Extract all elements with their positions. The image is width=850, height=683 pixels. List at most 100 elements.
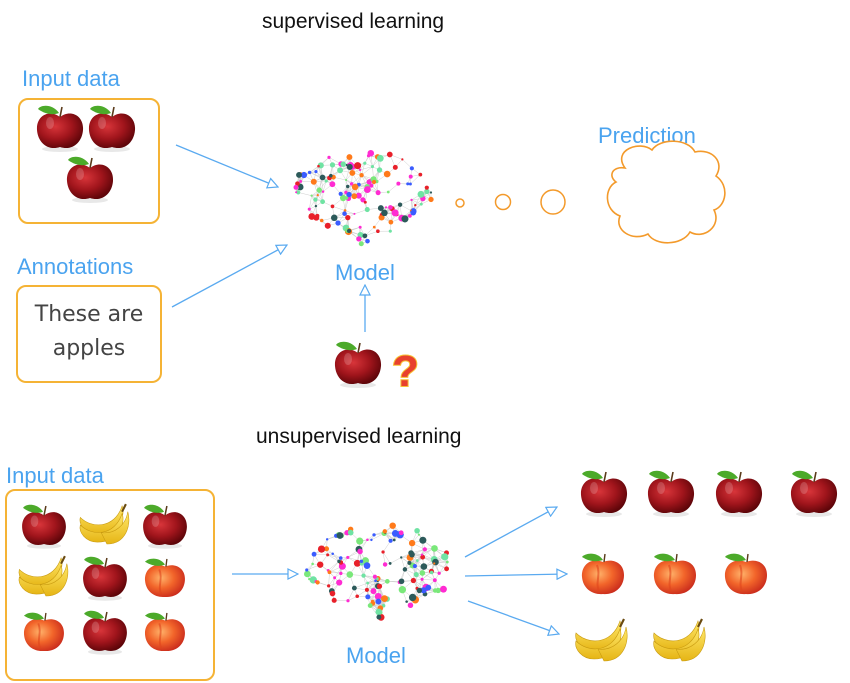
- brain-node: [419, 202, 423, 206]
- brain-node: [333, 576, 337, 580]
- brain-node: [313, 197, 318, 202]
- brain-node: [293, 184, 299, 190]
- thought-dot-medium: [494, 193, 512, 211]
- brain-node: [314, 204, 318, 208]
- brain-node: [365, 594, 371, 600]
- brain-node: [389, 522, 396, 529]
- peach-icon: [653, 553, 696, 595]
- brain-node: [366, 538, 369, 541]
- apple-icon: [22, 504, 66, 549]
- brain-node: [370, 599, 375, 604]
- apple-icon: [66, 156, 114, 203]
- brain-node: [314, 170, 318, 174]
- model-to-banana-cluster-arrow: [467, 600, 559, 634]
- brain-node: [416, 587, 423, 594]
- brain-node: [417, 533, 421, 536]
- brain-node: [364, 587, 369, 592]
- brain-node: [372, 225, 376, 229]
- brain-node: [445, 560, 449, 564]
- brain-node: [407, 602, 414, 609]
- peach-icon: [144, 612, 185, 652]
- brain-node: [365, 238, 370, 244]
- brain-node: [335, 220, 341, 226]
- brain-node: [346, 571, 354, 578]
- apple-icon: [647, 470, 695, 517]
- brain-node: [371, 179, 377, 185]
- brain-node: [372, 574, 378, 579]
- peach-icon: [144, 558, 185, 598]
- brain-node: [344, 196, 349, 200]
- banana-icon: [18, 555, 69, 597]
- brain-edge: [332, 206, 346, 211]
- brain-node: [440, 585, 447, 593]
- brain-node: [336, 532, 344, 539]
- brain-node: [381, 209, 388, 217]
- brain-node: [388, 205, 393, 210]
- brain-node: [376, 583, 383, 589]
- brain-node: [311, 551, 317, 557]
- brain-edge: [327, 561, 340, 571]
- brain-node: [428, 196, 434, 203]
- brain-node: [401, 158, 404, 161]
- brain-node: [388, 561, 392, 565]
- brain-node: [363, 562, 371, 569]
- brain-node: [308, 577, 311, 581]
- brain-node: [336, 579, 343, 586]
- brain-node: [331, 552, 334, 556]
- brain-node: [325, 538, 329, 541]
- brain-node: [388, 538, 393, 543]
- brain-node: [358, 241, 364, 247]
- brain-node: [346, 184, 350, 189]
- brain-node: [316, 187, 323, 193]
- brain-node: [315, 580, 320, 585]
- brain-node: [401, 215, 409, 223]
- brain-node: [419, 536, 427, 544]
- brain-node: [329, 181, 336, 188]
- brain-node: [412, 564, 417, 569]
- apple-icon: [580, 470, 628, 517]
- brain-node: [444, 566, 449, 572]
- apple-icon: [790, 470, 838, 517]
- brain-node: [342, 211, 347, 216]
- brain-node: [383, 170, 391, 178]
- brain-node: [329, 590, 336, 597]
- brain-node: [324, 222, 331, 229]
- brain-node: [433, 562, 436, 565]
- brain-node: [358, 168, 362, 172]
- brain-node: [386, 190, 390, 194]
- brain-edge: [322, 180, 327, 192]
- peach-icon: [724, 553, 767, 595]
- brain-network-icon: [304, 522, 449, 621]
- brain-node: [410, 577, 417, 584]
- model-to-peach-cluster-arrow: [464, 574, 567, 576]
- brain-node: [408, 182, 412, 186]
- apple-icon: [83, 610, 127, 655]
- brain-node: [420, 563, 428, 570]
- apple-icon: [715, 470, 763, 517]
- brain-node: [391, 529, 399, 537]
- brain-node: [370, 588, 377, 595]
- brain-node: [437, 571, 441, 575]
- brain-node: [317, 561, 324, 568]
- brain-node: [376, 229, 380, 234]
- brain-node: [400, 556, 403, 559]
- brain-node: [376, 614, 382, 620]
- brain-node: [376, 154, 384, 162]
- apple-icon: [143, 504, 187, 549]
- brain-node: [345, 178, 348, 182]
- brain-node: [346, 555, 350, 559]
- brain-node: [367, 149, 375, 157]
- brain-node: [418, 172, 423, 177]
- brain-node: [317, 164, 320, 168]
- brain-node: [330, 204, 335, 209]
- brain-node: [406, 182, 410, 186]
- brain-node: [429, 191, 433, 194]
- brain-node: [370, 538, 373, 542]
- brain-node: [414, 527, 420, 534]
- brain-node: [424, 185, 429, 190]
- brain-node: [319, 174, 326, 181]
- brain-node: [408, 593, 417, 602]
- brain-node: [337, 559, 341, 564]
- brain-node: [396, 181, 401, 186]
- brain-node: [351, 183, 359, 191]
